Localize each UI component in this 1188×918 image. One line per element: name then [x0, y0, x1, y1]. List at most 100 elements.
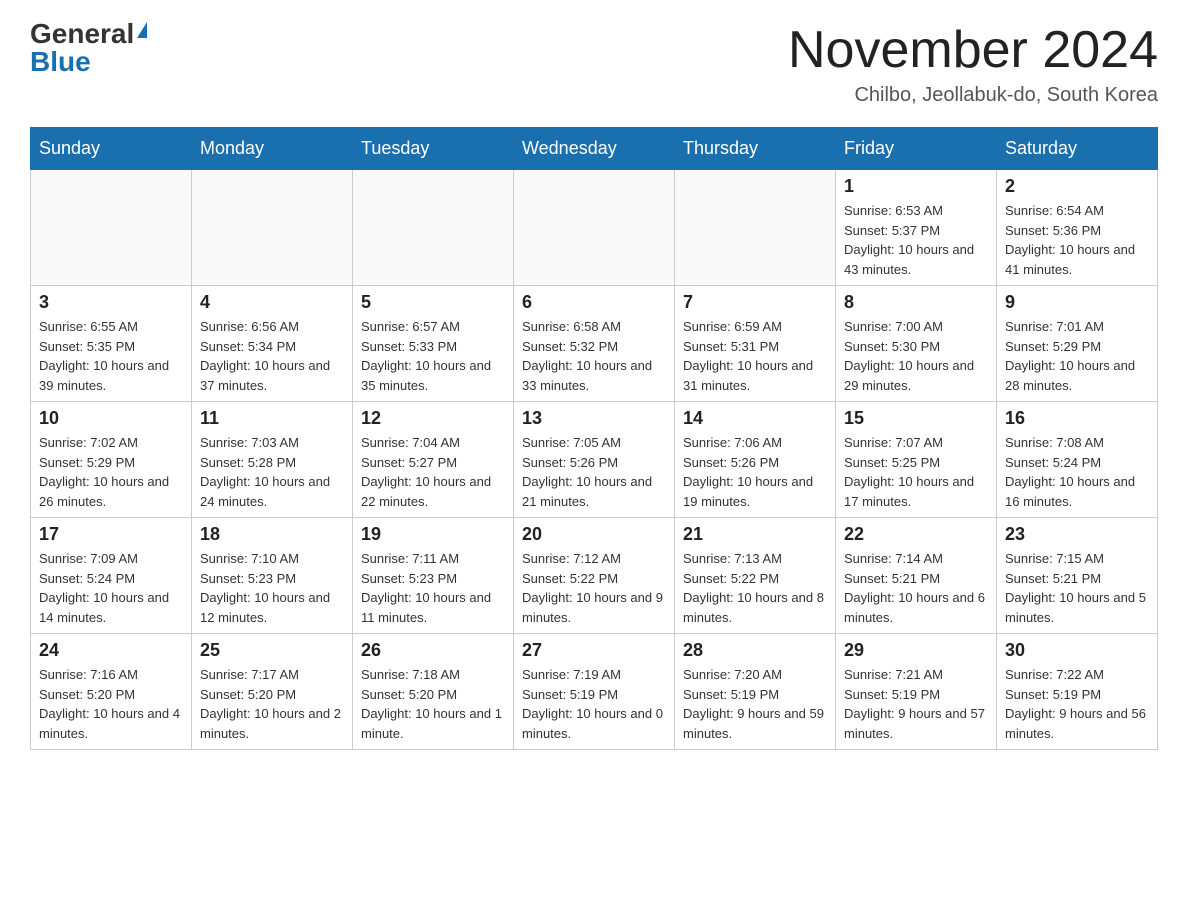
day-info: Sunrise: 7:13 AMSunset: 5:22 PMDaylight:… — [683, 549, 827, 627]
month-title: November 2024 — [788, 20, 1158, 80]
day-number: 1 — [844, 176, 988, 197]
day-info: Sunrise: 6:57 AMSunset: 5:33 PMDaylight:… — [361, 317, 505, 395]
day-info: Sunrise: 7:20 AMSunset: 5:19 PMDaylight:… — [683, 665, 827, 743]
page-header: General Blue November 2024 Chilbo, Jeoll… — [30, 20, 1158, 107]
day-number: 25 — [200, 640, 344, 661]
day-number: 11 — [200, 408, 344, 429]
calendar-cell — [31, 170, 192, 286]
calendar-cell: 25 Sunrise: 7:17 AMSunset: 5:20 PMDayligh… — [192, 634, 353, 750]
day-number: 20 — [522, 524, 666, 545]
calendar-week-row: 17 Sunrise: 7:09 AMSunset: 5:24 PMDayligh… — [31, 518, 1158, 634]
day-number: 22 — [844, 524, 988, 545]
calendar-cell: 29Sunrise: 7:21 AMSunset: 5:19 PMDayligh… — [836, 634, 997, 750]
day-number: 5 — [361, 292, 505, 313]
calendar-cell: 19Sunrise: 7:11 AMSunset: 5:23 PMDayligh… — [353, 518, 514, 634]
day-info: Sunrise: 7:19 AMSunset: 5:19 PMDaylight:… — [522, 665, 666, 743]
day-info: Sunrise: 7:08 AMSunset: 5:24 PMDaylight:… — [1005, 433, 1149, 511]
calendar-cell: 23 Sunrise: 7:15 AMSunset: 5:21 PMDayligh… — [997, 518, 1158, 634]
day-info: Sunrise: 6:54 AMSunset: 5:36 PMDaylight:… — [1005, 201, 1149, 279]
day-info: Sunrise: 7:14 AMSunset: 5:21 PMDaylight:… — [844, 549, 988, 627]
calendar-cell: 1Sunrise: 6:53 AMSunset: 5:37 PMDaylight… — [836, 170, 997, 286]
day-number: 2 — [1005, 176, 1149, 197]
calendar-cell: 12Sunrise: 7:04 AMSunset: 5:27 PMDayligh… — [353, 402, 514, 518]
calendar-cell: 13 Sunrise: 7:05 AMSunset: 5:26 PMDayligh… — [514, 402, 675, 518]
day-number: 7 — [683, 292, 827, 313]
day-number: 16 — [1005, 408, 1149, 429]
day-info: Sunrise: 7:05 AMSunset: 5:26 PMDaylight:… — [522, 433, 666, 511]
day-number: 14 — [683, 408, 827, 429]
logo-general-text: General — [30, 20, 134, 48]
day-number: 29 — [844, 640, 988, 661]
calendar-cell — [514, 170, 675, 286]
weekday-header-wednesday: Wednesday — [514, 128, 675, 170]
day-number: 6 — [522, 292, 666, 313]
day-number: 10 — [39, 408, 183, 429]
day-number: 8 — [844, 292, 988, 313]
day-info: Sunrise: 7:22 AMSunset: 5:19 PMDaylight:… — [1005, 665, 1149, 743]
day-info: Sunrise: 6:56 AMSunset: 5:34 PMDaylight:… — [200, 317, 344, 395]
weekday-header-saturday: Saturday — [997, 128, 1158, 170]
logo: General Blue — [30, 20, 147, 76]
day-info: Sunrise: 7:10 AMSunset: 5:23 PMDaylight:… — [200, 549, 344, 627]
calendar-cell: 5 Sunrise: 6:57 AMSunset: 5:33 PMDaylight… — [353, 286, 514, 402]
day-info: Sunrise: 7:12 AMSunset: 5:22 PMDaylight:… — [522, 549, 666, 627]
day-number: 18 — [200, 524, 344, 545]
calendar-cell: 10 Sunrise: 7:02 AMSunset: 5:29 PMDayligh… — [31, 402, 192, 518]
calendar-cell: 20 Sunrise: 7:12 AMSunset: 5:22 PMDayligh… — [514, 518, 675, 634]
day-number: 26 — [361, 640, 505, 661]
calendar-cell: 16 Sunrise: 7:08 AMSunset: 5:24 PMDayligh… — [997, 402, 1158, 518]
day-info: Sunrise: 7:17 AMSunset: 5:20 PMDaylight:… — [200, 665, 344, 743]
day-number: 19 — [361, 524, 505, 545]
day-info: Sunrise: 7:09 AMSunset: 5:24 PMDaylight:… — [39, 549, 183, 627]
day-number: 23 — [1005, 524, 1149, 545]
calendar-cell: 27 Sunrise: 7:19 AMSunset: 5:19 PMDayligh… — [514, 634, 675, 750]
calendar-cell: 6 Sunrise: 6:58 AMSunset: 5:32 PMDaylight… — [514, 286, 675, 402]
calendar-cell: 26Sunrise: 7:18 AMSunset: 5:20 PMDayligh… — [353, 634, 514, 750]
weekday-header-row: SundayMondayTuesdayWednesdayThursdayFrid… — [31, 128, 1158, 170]
day-info: Sunrise: 7:00 AMSunset: 5:30 PMDaylight:… — [844, 317, 988, 395]
calendar-week-row: 1Sunrise: 6:53 AMSunset: 5:37 PMDaylight… — [31, 170, 1158, 286]
calendar-cell: 9Sunrise: 7:01 AMSunset: 5:29 PMDaylight… — [997, 286, 1158, 402]
title-area: November 2024 Chilbo, Jeollabuk-do, Sout… — [788, 20, 1158, 107]
calendar-cell: 15 Sunrise: 7:07 AMSunset: 5:25 PMDayligh… — [836, 402, 997, 518]
day-info: Sunrise: 7:02 AMSunset: 5:29 PMDaylight:… — [39, 433, 183, 511]
day-info: Sunrise: 7:07 AMSunset: 5:25 PMDaylight:… — [844, 433, 988, 511]
day-info: Sunrise: 7:01 AMSunset: 5:29 PMDaylight:… — [1005, 317, 1149, 395]
calendar-cell: 7 Sunrise: 6:59 AMSunset: 5:31 PMDaylight… — [675, 286, 836, 402]
calendar-cell: 17 Sunrise: 7:09 AMSunset: 5:24 PMDayligh… — [31, 518, 192, 634]
day-number: 15 — [844, 408, 988, 429]
weekday-header-thursday: Thursday — [675, 128, 836, 170]
calendar-week-row: 10 Sunrise: 7:02 AMSunset: 5:29 PMDayligh… — [31, 402, 1158, 518]
day-number: 17 — [39, 524, 183, 545]
calendar-cell: 14Sunrise: 7:06 AMSunset: 5:26 PMDayligh… — [675, 402, 836, 518]
day-number: 21 — [683, 524, 827, 545]
calendar-cell: 11Sunrise: 7:03 AMSunset: 5:28 PMDayligh… — [192, 402, 353, 518]
day-number: 30 — [1005, 640, 1149, 661]
calendar-cell: 28Sunrise: 7:20 AMSunset: 5:19 PMDayligh… — [675, 634, 836, 750]
day-number: 3 — [39, 292, 183, 313]
calendar-week-row: 3Sunrise: 6:55 AMSunset: 5:35 PMDaylight… — [31, 286, 1158, 402]
day-number: 27 — [522, 640, 666, 661]
weekday-header-sunday: Sunday — [31, 128, 192, 170]
calendar-cell: 24 Sunrise: 7:16 AMSunset: 5:20 PMDayligh… — [31, 634, 192, 750]
day-number: 4 — [200, 292, 344, 313]
day-info: Sunrise: 7:04 AMSunset: 5:27 PMDaylight:… — [361, 433, 505, 511]
day-number: 13 — [522, 408, 666, 429]
weekday-header-monday: Monday — [192, 128, 353, 170]
calendar-cell — [192, 170, 353, 286]
logo-triangle-icon — [137, 22, 147, 38]
calendar-cell: 30 Sunrise: 7:22 AMSunset: 5:19 PMDayligh… — [997, 634, 1158, 750]
logo-blue-text: Blue — [30, 48, 91, 76]
calendar-cell: 22 Sunrise: 7:14 AMSunset: 5:21 PMDayligh… — [836, 518, 997, 634]
calendar-table: SundayMondayTuesdayWednesdayThursdayFrid… — [30, 127, 1158, 750]
day-info: Sunrise: 6:59 AMSunset: 5:31 PMDaylight:… — [683, 317, 827, 395]
calendar-cell: 18 Sunrise: 7:10 AMSunset: 5:23 PMDayligh… — [192, 518, 353, 634]
calendar-cell: 8 Sunrise: 7:00 AMSunset: 5:30 PMDaylight… — [836, 286, 997, 402]
calendar-cell — [353, 170, 514, 286]
day-info: Sunrise: 7:15 AMSunset: 5:21 PMDaylight:… — [1005, 549, 1149, 627]
calendar-cell — [675, 170, 836, 286]
day-info: Sunrise: 7:16 AMSunset: 5:20 PMDaylight:… — [39, 665, 183, 743]
calendar-cell: 21 Sunrise: 7:13 AMSunset: 5:22 PMDayligh… — [675, 518, 836, 634]
day-number: 24 — [39, 640, 183, 661]
day-info: Sunrise: 6:58 AMSunset: 5:32 PMDaylight:… — [522, 317, 666, 395]
